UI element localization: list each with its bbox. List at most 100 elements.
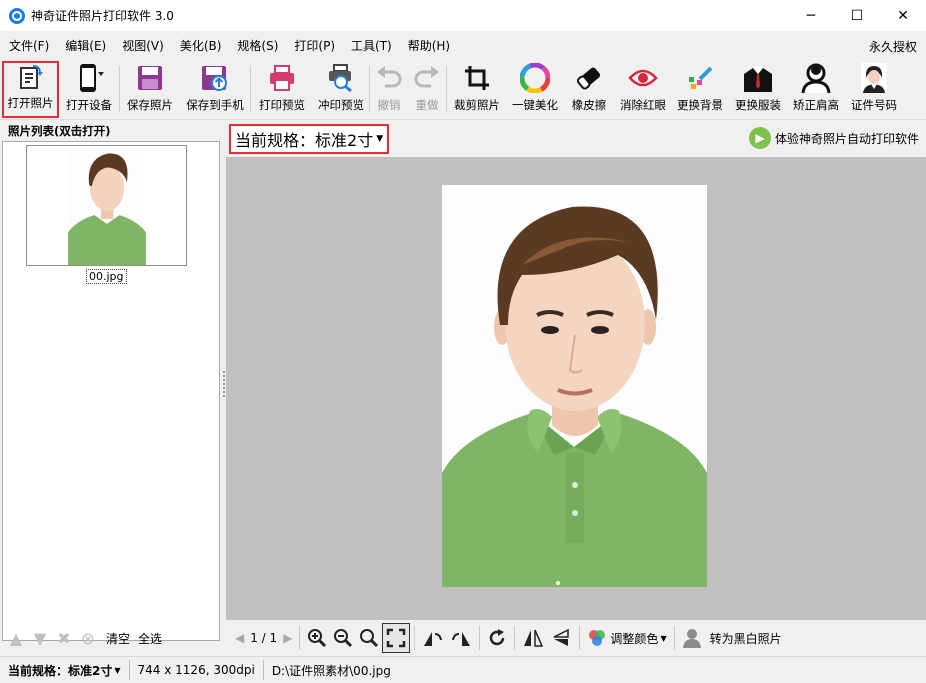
zoom-out-icon[interactable] — [330, 623, 356, 653]
menu-spec[interactable]: 规格(S) — [230, 37, 285, 54]
view-toolbar-divider — [479, 626, 481, 650]
user-silhouette-icon — [682, 629, 701, 648]
auto-print-label: 体验神奇照片自动打印软件 — [774, 131, 919, 146]
previous-page-icon[interactable]: ◀ — [232, 623, 247, 653]
adjust-color-button[interactable]: 调整颜色 ▼ — [584, 623, 669, 653]
photo-canvas[interactable] — [226, 157, 926, 620]
maximize-button[interactable]: ☐ — [834, 0, 880, 31]
main-area: 当前规格： 标准2寸 ▼ ▶ 体验神奇照片自动打印软件 ◀ 1 / 1 ▶ 调整… — [226, 121, 926, 656]
menu-edit[interactable]: 编辑(E) — [58, 37, 113, 54]
zoom-actual-icon[interactable] — [356, 623, 382, 653]
close-button[interactable]: ✕ — [880, 0, 926, 31]
rotate-left-icon[interactable] — [419, 623, 447, 653]
redo-icon — [413, 62, 441, 94]
chevron-down-icon: ▼ — [114, 665, 121, 675]
one-click-beautify-button[interactable]: 一键美化 — [507, 60, 563, 118]
remove-circle-icon[interactable]: ⊗ — [78, 629, 98, 649]
to-grayscale-button[interactable]: 转为黑白照片 — [679, 623, 785, 653]
move-down-icon[interactable]: ▼ — [30, 629, 50, 649]
change-clothes-label: 更换服装 — [735, 98, 781, 112]
move-up-icon[interactable]: ▲ — [6, 629, 26, 649]
undo-button[interactable]: 撤销 — [370, 60, 408, 118]
spec-label: 当前规格： — [235, 131, 316, 150]
thumbnail-portrait-image — [67, 146, 146, 265]
remove-red-eye-label: 消除红眼 — [620, 98, 666, 112]
save-photo-button[interactable]: 保存照片 — [120, 60, 180, 118]
phone-icon — [74, 62, 104, 94]
next-page-icon[interactable]: ▶ — [280, 623, 295, 653]
save-to-phone-icon — [200, 62, 230, 94]
photo-thumbnail[interactable] — [26, 145, 187, 266]
save-to-phone-button[interactable]: 保存到手机 — [180, 60, 250, 118]
status-spec[interactable]: 当前规格： 标准2寸 ▼ — [0, 660, 130, 680]
save-icon — [136, 62, 164, 94]
view-toolbar: ◀ 1 / 1 ▶ 调整颜色 ▼ 转为黑白照片 — [226, 620, 926, 656]
open-photo-icon — [16, 62, 46, 92]
status-spec-value: 标准2寸 — [68, 663, 113, 678]
change-background-label: 更换背景 — [677, 98, 723, 112]
view-toolbar-divider — [414, 626, 416, 650]
window-controls: ─ ☐ ✕ — [788, 0, 926, 31]
person-outline-icon — [800, 62, 832, 94]
refresh-icon[interactable] — [484, 623, 510, 653]
flip-horizontal-icon[interactable] — [519, 623, 547, 653]
id-number-button[interactable]: 证件号码 — [845, 60, 903, 118]
redo-label: 重做 — [415, 98, 439, 112]
view-toolbar-divider — [579, 626, 581, 650]
change-clothes-button[interactable]: 更换服装 — [729, 60, 787, 118]
print-preview-button[interactable]: 打印预览 — [251, 60, 313, 118]
menu-help[interactable]: 帮助(H) — [401, 37, 457, 54]
photo-list[interactable]: 00.jpg — [2, 141, 220, 641]
correct-shoulders-button[interactable]: 矫正肩高 — [787, 60, 845, 118]
menu-bar: 文件(F) 编辑(E) 视图(V) 美化(B) 规格(S) 打印(P) 工具(T… — [0, 31, 926, 60]
menu-tools[interactable]: 工具(T) — [344, 37, 399, 54]
change-background-button[interactable]: 更换背景 — [671, 60, 729, 118]
title-bar: 神奇证件照片打印软件 3.0 ─ ☐ ✕ — [0, 0, 926, 31]
portrait-photo[interactable] — [442, 185, 707, 587]
menu-file[interactable]: 文件(F) — [2, 37, 56, 54]
auto-print-link[interactable]: ▶ 体验神奇照片自动打印软件 — [748, 127, 919, 149]
correct-shoulders-label: 矫正肩高 — [793, 98, 839, 112]
open-device-label: 打开设备 — [66, 98, 112, 112]
eye-icon — [628, 62, 658, 94]
to-grayscale-label: 转为黑白照片 — [709, 631, 782, 646]
open-device-button[interactable]: 打开设备 — [59, 60, 119, 118]
id-portrait-icon — [860, 62, 888, 94]
eraser-icon — [574, 62, 604, 94]
one-click-beautify-label: 一键美化 — [512, 98, 558, 112]
main-toolbar: 打开照片 打开设备 保存照片 保存到手机 打印预览 冲印预览 撤销 重做 裁剪照… — [0, 60, 926, 120]
spec-dropdown[interactable]: 当前规格： 标准2寸 ▼ — [229, 124, 390, 154]
view-toolbar-divider — [673, 626, 675, 650]
rotate-right-icon[interactable] — [447, 623, 475, 653]
menu-view[interactable]: 视图(V) — [115, 37, 171, 54]
develop-preview-button[interactable]: 冲印预览 — [313, 60, 369, 118]
chevron-down-icon: ▼ — [376, 134, 384, 144]
select-all-button[interactable]: 全选 — [138, 630, 162, 647]
flip-vertical-icon[interactable] — [547, 623, 575, 653]
chevron-down-icon: ▼ — [660, 633, 667, 643]
crop-button[interactable]: 裁剪照片 — [447, 60, 507, 118]
redo-button[interactable]: 重做 — [408, 60, 446, 118]
photo-list-panel: 照片列表(双击打开) 00.jpg ▲ ▼ ✖ ⊗ 清空 全选 — [0, 121, 222, 656]
fit-window-icon[interactable] — [382, 623, 411, 653]
adjust-color-label: 调整颜色 — [610, 631, 659, 646]
menu-print[interactable]: 打印(P) — [287, 37, 342, 54]
delete-icon[interactable]: ✖ — [54, 629, 74, 649]
crop-icon — [463, 62, 491, 94]
status-dimensions: 744 x 1126, 300dpi — [130, 660, 264, 680]
license-link[interactable]: 永久授权 — [869, 38, 917, 55]
portrait-image — [442, 185, 707, 587]
menu-beautify[interactable]: 美化(B) — [173, 37, 229, 54]
status-path: D:\证件照素材\00.jpg — [271, 663, 391, 678]
remove-red-eye-button[interactable]: 消除红眼 — [615, 60, 671, 118]
minimize-button[interactable]: ─ — [788, 0, 834, 31]
zoom-in-icon[interactable] — [304, 623, 330, 653]
open-photo-button[interactable]: 打开照片 — [2, 61, 59, 118]
undo-icon — [375, 62, 403, 94]
clear-button[interactable]: 清空 — [106, 630, 130, 647]
eraser-button[interactable]: 橡皮擦 — [563, 60, 615, 118]
status-spec-label: 当前规格： — [8, 663, 69, 678]
spec-bar: 当前规格： 标准2寸 ▼ ▶ 体验神奇照片自动打印软件 — [226, 121, 926, 157]
thumbnail-caption[interactable]: 00.jpg — [86, 269, 127, 284]
spec-value: 标准2寸 — [315, 131, 374, 150]
